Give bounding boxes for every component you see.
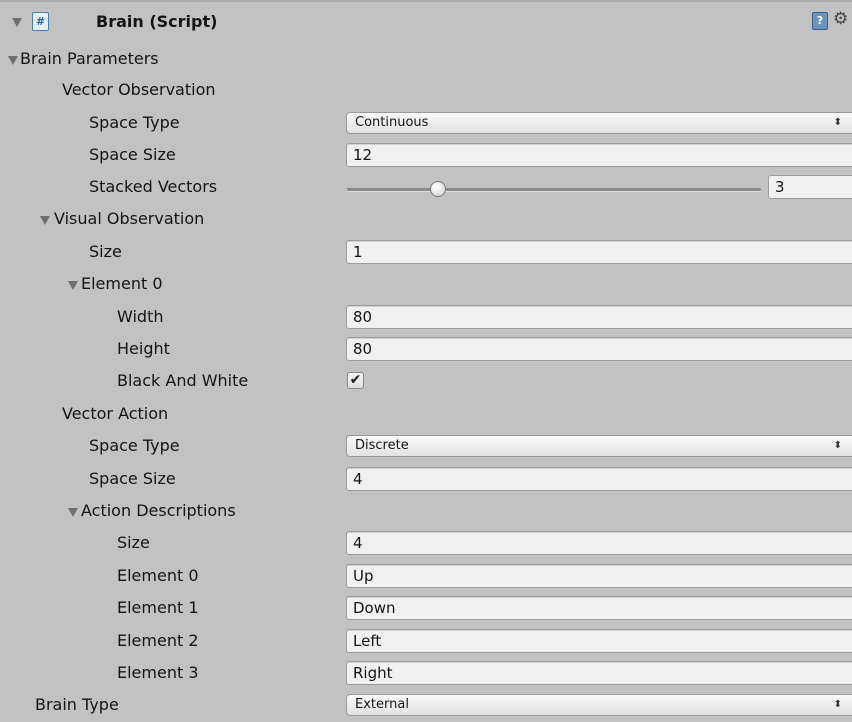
action-space-type-row: Space Type Discrete ⬍ (0, 431, 852, 463)
action-element-row: Element 0 Up (0, 561, 852, 593)
stacked-vectors-label: Stacked Vectors (89, 177, 218, 196)
action-element-row: Element 1 Down (0, 593, 852, 625)
dropdown-arrows-icon: ⬍ (833, 117, 842, 128)
vector-observation-header: Vector Observation (0, 75, 852, 107)
black-and-white-row: Black And White ✔ (0, 366, 852, 398)
action-descriptions-label: Action Descriptions (81, 501, 236, 520)
stacked-vectors-row: Stacked Vectors 3 (0, 172, 852, 204)
action-descriptions-foldout[interactable]: Action Descriptions (0, 496, 852, 528)
obs-space-size-label: Space Size (89, 145, 176, 164)
foldout-arrow-icon[interactable] (68, 281, 78, 290)
visual-width-label: Width (117, 307, 164, 326)
visual-size-row: Size 1 (0, 237, 852, 269)
action-element-label: Element 0 (117, 566, 199, 585)
brain-type-row: Brain Type External ⬍ (0, 690, 852, 722)
dropdown-arrows-icon: ⬍ (833, 699, 842, 710)
obs-space-type-value: Continuous (355, 115, 429, 130)
action-element-label: Element 2 (117, 631, 199, 650)
brain-type-label: Brain Type (35, 695, 119, 714)
visual-width-field[interactable]: 80 (346, 305, 852, 329)
fold-arrow-icon[interactable] (12, 18, 22, 27)
visual-element0-label: Element 0 (81, 274, 163, 293)
foldout-arrow-icon[interactable] (40, 216, 50, 225)
vector-action-label: Vector Action (62, 404, 169, 423)
foldout-arrow-icon[interactable] (8, 56, 18, 65)
obs-space-size-row: Space Size 12 (0, 140, 852, 172)
brain-type-value: External (355, 697, 409, 712)
action-element-label: Element 1 (117, 598, 199, 617)
visual-height-row: Height 80 (0, 334, 852, 366)
action-descriptions-size-label: Size (117, 533, 150, 552)
action-space-type-value: Discrete (355, 438, 409, 453)
script-icon: # (32, 12, 49, 31)
visual-size-label: Size (89, 242, 122, 261)
brain-parameters-label: Brain Parameters (20, 49, 159, 68)
visual-height-label: Height (117, 339, 170, 358)
visual-observation-foldout[interactable]: Visual Observation (0, 204, 852, 236)
action-space-type-label: Space Type (89, 436, 180, 455)
gear-icon[interactable]: ⚙ (833, 9, 848, 29)
visual-observation-label: Visual Observation (54, 209, 205, 228)
stacked-vectors-slider-thumb[interactable] (430, 181, 447, 197)
foldout-arrow-icon[interactable] (68, 508, 78, 517)
vector-action-header: Vector Action (0, 399, 852, 431)
action-element-field[interactable]: Up (346, 564, 852, 588)
obs-space-type-label: Space Type (89, 113, 180, 132)
black-and-white-label: Black And White (117, 371, 249, 390)
vector-observation-label: Vector Observation (62, 80, 216, 99)
action-space-size-label: Space Size (89, 469, 176, 488)
action-element-field[interactable]: Down (346, 596, 852, 620)
black-and-white-checkbox[interactable]: ✔ (347, 372, 364, 389)
brain-type-dropdown[interactable]: External ⬍ (346, 694, 852, 716)
component-title: Brain (Script) (96, 12, 218, 31)
visual-size-field[interactable]: 1 (346, 240, 852, 264)
visual-element0-foldout[interactable]: Element 0 (0, 269, 852, 301)
action-descriptions-size-row: Size 4 (0, 528, 852, 560)
action-space-size-field[interactable]: 4 (346, 467, 852, 491)
action-element-label: Element 3 (117, 663, 199, 682)
action-element-row: Element 3 Right (0, 658, 852, 690)
help-icon[interactable]: ? (812, 12, 828, 30)
stacked-vectors-field[interactable]: 3 (768, 175, 852, 199)
action-element-row: Element 2 Left (0, 626, 852, 658)
action-space-size-row: Space Size 4 (0, 464, 852, 496)
checkmark-icon: ✔ (349, 372, 362, 388)
action-element-field[interactable]: Left (346, 629, 852, 653)
stacked-vectors-slider-track[interactable] (347, 188, 761, 191)
brain-parameters-foldout[interactable]: Brain Parameters (0, 44, 852, 76)
obs-space-type-row: Space Type Continuous ⬍ (0, 108, 852, 140)
action-space-type-dropdown[interactable]: Discrete ⬍ (346, 435, 852, 457)
obs-space-type-dropdown[interactable]: Continuous ⬍ (346, 112, 852, 134)
obs-space-size-field[interactable]: 12 (346, 143, 852, 167)
component-header: # Brain (Script) ? ⚙ (0, 2, 852, 44)
visual-width-row: Width 80 (0, 302, 852, 334)
action-descriptions-size-field[interactable]: 4 (346, 531, 852, 555)
action-element-field[interactable]: Right (346, 661, 852, 685)
visual-height-field[interactable]: 80 (346, 337, 852, 361)
dropdown-arrows-icon: ⬍ (833, 440, 842, 451)
